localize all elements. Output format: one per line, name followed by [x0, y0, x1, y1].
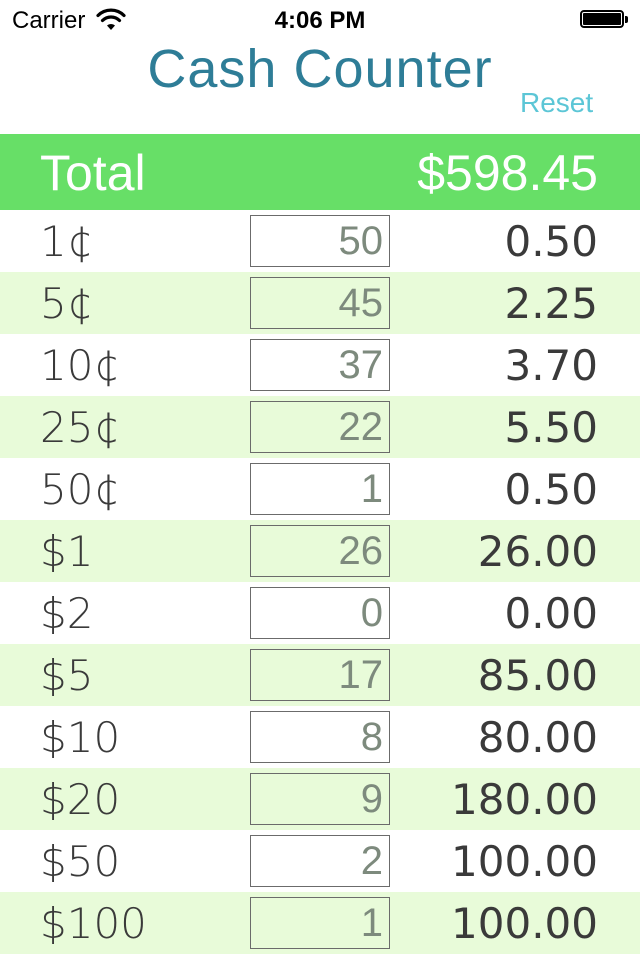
amount-value: 180.00 — [451, 775, 598, 824]
total-value: $598.45 — [417, 145, 598, 201]
total-bar: Total $598.45 — [0, 134, 640, 210]
quantity-field[interactable]: 37 — [250, 339, 390, 391]
denomination-label: $2 — [40, 589, 94, 638]
denomination-row: 10¢ 37 3.70 — [0, 334, 640, 396]
total-label: Total — [40, 145, 146, 201]
amount-value: 26.00 — [477, 527, 598, 576]
quantity-field[interactable]: 8 — [250, 711, 390, 763]
denomination-label: $20 — [40, 775, 121, 824]
denomination-row: $2 0 0.00 — [0, 582, 640, 644]
amount-value: 80.00 — [477, 713, 598, 762]
amount-value: 3.70 — [504, 341, 598, 390]
quantity-field[interactable]: 1 — [250, 897, 390, 949]
quantity-field[interactable]: 22 — [250, 401, 390, 453]
quantity-field[interactable]: 45 — [250, 277, 390, 329]
denomination-row: $10 8 80.00 — [0, 706, 640, 768]
denomination-label: $50 — [40, 837, 121, 886]
quantity-field[interactable]: 9 — [250, 773, 390, 825]
amount-value: 0.50 — [504, 217, 598, 266]
quantity-field[interactable]: 50 — [250, 215, 390, 267]
denomination-label: 10¢ — [40, 341, 121, 390]
reset-button[interactable]: Reset — [520, 87, 593, 119]
amount-value: 0.50 — [504, 465, 598, 514]
amount-value: 100.00 — [451, 837, 598, 886]
quantity-field[interactable]: 0 — [250, 587, 390, 639]
quantity-field[interactable]: 2 — [250, 835, 390, 887]
denomination-row: $50 2 100.00 — [0, 830, 640, 892]
denomination-label: 50¢ — [40, 465, 121, 514]
denomination-row: $1 26 26.00 — [0, 520, 640, 582]
denomination-label: $100 — [40, 899, 147, 948]
denomination-row: $100 1 100.00 — [0, 892, 640, 954]
denomination-label: $1 — [40, 527, 94, 576]
amount-value: 0.00 — [504, 589, 598, 638]
denomination-label: $10 — [40, 713, 121, 762]
amount-value: 2.25 — [504, 279, 598, 328]
quantity-field[interactable]: 17 — [250, 649, 390, 701]
denomination-row: 25¢ 22 5.50 — [0, 396, 640, 458]
quantity-field[interactable]: 1 — [250, 463, 390, 515]
denomination-row: 1¢ 50 0.50 — [0, 210, 640, 272]
denomination-row: 5¢ 45 2.25 — [0, 272, 640, 334]
denomination-label: $5 — [40, 651, 94, 700]
denomination-list: 1¢ 50 0.50 5¢ 45 2.25 10¢ 37 3.70 25¢ 22… — [0, 210, 640, 954]
denomination-label: 1¢ — [40, 217, 94, 266]
denomination-row: $20 9 180.00 — [0, 768, 640, 830]
amount-value: 85.00 — [477, 651, 598, 700]
status-bar: Carrier 4:06 PM — [0, 0, 640, 40]
battery-icon — [580, 10, 630, 30]
status-time: 4:06 PM — [274, 7, 366, 34]
denomination-label: 5¢ — [40, 279, 94, 328]
amount-value: 5.50 — [504, 403, 598, 452]
amount-value: 100.00 — [451, 899, 598, 948]
denomination-row: $5 17 85.00 — [0, 644, 640, 706]
quantity-field[interactable]: 26 — [250, 525, 390, 577]
denomination-row: 50¢ 1 0.50 — [0, 458, 640, 520]
denomination-label: 25¢ — [40, 403, 121, 452]
